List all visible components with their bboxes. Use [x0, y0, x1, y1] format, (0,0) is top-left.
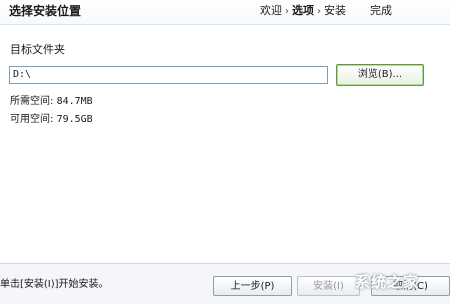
required-space-line: 所需空间: 84.7MB [10, 95, 93, 109]
chevron-right-icon: › [285, 6, 289, 17]
available-space-line: 可用空间: 79.5GB [10, 113, 93, 127]
required-space-value: 84.7MB [56, 96, 93, 107]
step-welcome: 欢迎 [260, 4, 282, 17]
step-options: 选项 [292, 4, 314, 17]
available-space-label: 可用空间: [10, 114, 54, 125]
chevron-right-icon: › [317, 6, 321, 17]
required-space-label: 所需空间: [10, 96, 54, 107]
cancel-button[interactable]: 取消(C) [371, 276, 450, 296]
step-finish: 完成 [370, 4, 392, 17]
step-indicator: 欢迎 › 选项 › 安装 完成 [260, 3, 392, 20]
install-button[interactable]: 安装(I) [297, 276, 360, 296]
browse-button[interactable]: 浏览(B)... [336, 64, 424, 86]
header-bar: 选择安装位置 欢迎 › 选项 › 安装 完成 [0, 0, 450, 25]
installer-window: 选择安装位置 欢迎 › 选项 › 安装 完成 目标文件夹 D:\ 浏览(B)... 所需空… [0, 0, 450, 304]
page-title: 选择安装位置 [9, 4, 82, 18]
step-install: 安装 [324, 4, 346, 17]
available-space-value: 79.5GB [56, 114, 93, 125]
destination-folder-label: 目标文件夹 [10, 43, 65, 56]
previous-button[interactable]: 上一步(P) [213, 276, 292, 296]
destination-path-input[interactable]: D:\ [9, 66, 328, 84]
footer-instruction: 单击[安装(I)]开始安装。 [0, 279, 109, 290]
